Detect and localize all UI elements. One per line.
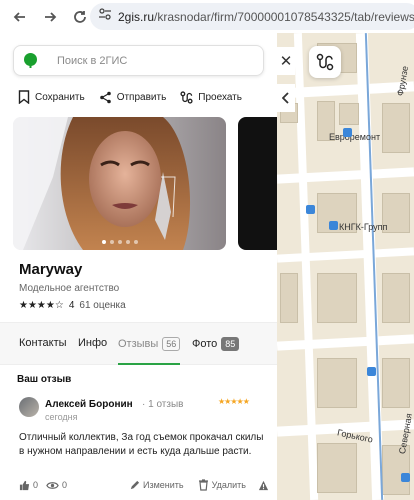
tab-reviews[interactable]: Отзывы 56 — [118, 337, 181, 351]
route-button[interactable] — [309, 46, 341, 78]
review-text: Отличный коллектив, За год съемок прокач… — [19, 432, 264, 457]
close-panel-icon[interactable]: ✕ — [277, 47, 295, 75]
map-marker-icon[interactable] — [329, 221, 338, 230]
address-bar[interactable]: 2gis.ru/krasnodar/firm/70000001078543325… — [90, 3, 414, 30]
review-actions: 0 0 Изменить Удалить — [19, 479, 269, 491]
tab-contacts[interactable]: Контакты — [19, 337, 67, 349]
firm-name: Maryway — [19, 261, 83, 278]
firm-category: Модельное агентство — [19, 283, 120, 294]
map-label-evroremont: Евроремонт — [329, 132, 381, 142]
share-button[interactable]: Отправить — [99, 91, 166, 104]
route-icon — [316, 53, 334, 71]
map-marker-icon[interactable] — [401, 473, 410, 482]
map-marker-icon[interactable] — [367, 367, 376, 376]
tab-photos[interactable]: Фото 85 — [192, 337, 240, 351]
site-settings-icon[interactable] — [98, 7, 112, 26]
review-author[interactable]: Алексей Боронин — [45, 399, 133, 410]
map-label-kngk: КНГК-Групп — [339, 222, 388, 232]
review-date: сегодня — [45, 412, 78, 422]
share-icon — [99, 91, 111, 103]
url-text: 2gis.ru/krasnodar/firm/70000001078543325… — [118, 9, 414, 24]
avatar[interactable] — [19, 397, 39, 417]
firm-rating[interactable]: ★★★★☆ 4 61 оценка — [19, 300, 126, 311]
search-box[interactable]: Поиск в 2ГИС — [13, 45, 264, 76]
forward-icon[interactable] — [36, 3, 64, 31]
firm-actions: Сохранить Отправить Проехать — [18, 90, 242, 104]
edit-review-button[interactable]: Изменить — [129, 480, 184, 491]
save-button[interactable]: Сохранить — [18, 90, 85, 104]
search-placeholder: Поиск в 2ГИС — [57, 54, 128, 67]
like-button[interactable]: 0 — [19, 480, 38, 491]
map-label-severnaya: Северная — [397, 412, 414, 455]
report-warning-icon[interactable] — [258, 480, 269, 491]
bookmark-icon — [18, 90, 30, 104]
pencil-icon — [130, 480, 140, 489]
map-area[interactable]: Фрунзе Евроремонт КНГК-Групп Горького Се… — [277, 33, 414, 500]
rating-value: 4 — [68, 300, 75, 311]
eye-icon — [46, 481, 59, 489]
review-stars-icon: ★★★★★ — [218, 397, 250, 406]
2gis-logo-icon — [24, 53, 37, 68]
views-count: 0 — [46, 480, 67, 491]
next-photo-preview[interactable] — [238, 117, 277, 250]
photo-carousel-dots[interactable] — [13, 240, 226, 244]
map-marker-icon[interactable] — [306, 205, 315, 214]
map-marker-icon[interactable] — [343, 128, 352, 137]
firm-tabs: Контакты Инфо Отзывы 56 Фото 85 — [0, 322, 277, 365]
your-review-heading: Ваш отзыв — [17, 374, 72, 385]
delete-review-button[interactable]: Удалить — [198, 479, 246, 491]
firm-photo[interactable] — [13, 117, 226, 250]
route-action-button[interactable]: Проехать — [180, 90, 242, 104]
reviews-count-badge: 56 — [162, 337, 181, 351]
author-reviews-count: · 1 отзыв — [142, 399, 184, 410]
collapse-panel-icon[interactable] — [277, 84, 295, 112]
photos-count-badge: 85 — [221, 337, 240, 351]
active-tab-indicator — [118, 363, 180, 365]
rating-count: 61 оценка — [79, 300, 126, 311]
firm-panel: Поиск в 2ГИС Сохранить Отправить Проехат… — [0, 33, 277, 500]
route-icon — [180, 90, 193, 104]
rating-stars-icon: ★★★★☆ — [19, 300, 64, 311]
back-icon[interactable] — [6, 3, 34, 31]
thumbs-up-icon — [19, 480, 30, 490]
trash-icon — [198, 479, 208, 491]
tab-info[interactable]: Инфо — [78, 337, 107, 349]
